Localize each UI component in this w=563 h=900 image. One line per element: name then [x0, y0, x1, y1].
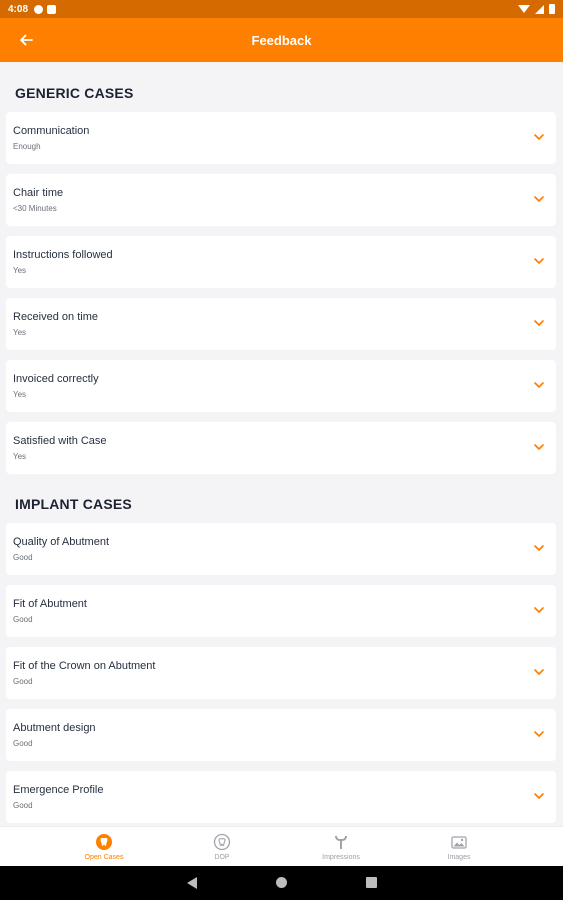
item-label: Chair time [13, 187, 64, 199]
item-value: Good [13, 553, 33, 562]
chevron-down-icon [534, 545, 544, 551]
storage-notification-icon [47, 4, 57, 14]
chevron-down-icon [534, 669, 544, 675]
page-title: Feedback [251, 32, 312, 48]
item-label: Quality of Abutment [13, 536, 109, 548]
wifi-icon [518, 5, 530, 13]
app-bar: Feedback [0, 18, 563, 62]
chevron-down-icon [534, 134, 544, 140]
feedback-item-fit-of-crown-on-abutment[interactable]: Fit of the Crown on Abutment Good [6, 647, 556, 699]
status-bar: 4:08 [0, 0, 563, 18]
feedback-item-satisfied-with-case[interactable]: Satisfied with Case Yes [6, 422, 556, 474]
back-button[interactable] [16, 30, 36, 50]
section-title-implant-cases: IMPLANT CASES [15, 496, 132, 512]
item-value: Yes [13, 452, 27, 461]
nav-label: Impressions [322, 854, 360, 861]
feedback-item-chair-time[interactable]: Chair time <30 Minutes [6, 174, 556, 226]
system-home-icon[interactable] [276, 877, 287, 888]
nav-label: Images [447, 854, 471, 861]
battery-icon [549, 4, 555, 14]
item-label: Fit of Abutment [13, 598, 87, 610]
tooth-icon [96, 834, 112, 850]
item-value: Yes [13, 328, 27, 337]
chevron-down-icon [534, 793, 544, 799]
item-label: Invoiced correctly [13, 373, 99, 385]
item-value: Good [13, 615, 33, 624]
impression-icon [335, 836, 347, 849]
system-back-icon[interactable] [187, 877, 197, 889]
bottom-navigation: Open Cases DOP Impressions Images [0, 826, 563, 866]
item-label: Received on time [13, 311, 98, 323]
item-label: Abutment design [13, 722, 96, 734]
feedback-item-quality-of-abutment[interactable]: Quality of Abutment Good [6, 523, 556, 575]
feedback-item-communication[interactable]: Communication Enough [6, 112, 556, 164]
item-label: Instructions followed [13, 249, 113, 261]
arrow-left-icon [20, 34, 33, 46]
item-label: Fit of the Crown on Abutment [13, 660, 156, 672]
status-time: 4:08 [8, 3, 29, 15]
item-label: Satisfied with Case [13, 435, 107, 447]
system-recents-icon[interactable] [366, 877, 377, 888]
nav-dop[interactable]: DOP [182, 827, 262, 867]
section-title-generic-cases: GENERIC CASES [15, 85, 134, 101]
item-value: <30 Minutes [13, 204, 57, 213]
chevron-down-icon [534, 258, 544, 264]
item-label: Emergence Profile [13, 784, 104, 796]
images-icon [451, 836, 467, 849]
feedback-item-emergence-profile[interactable]: Emergence Profile Good [6, 771, 556, 823]
item-value: Good [13, 677, 33, 686]
feedback-item-instructions-followed[interactable]: Instructions followed Yes [6, 236, 556, 288]
app-notification-icon [34, 4, 44, 14]
item-value: Good [13, 801, 33, 810]
nav-label: Open Cases [84, 854, 124, 861]
signal-icon [535, 4, 544, 14]
item-value: Good [13, 739, 33, 748]
feedback-item-received-on-time[interactable]: Received on time Yes [6, 298, 556, 350]
system-navigation-bar [0, 866, 563, 900]
nav-label: DOP [214, 854, 230, 861]
nav-images[interactable]: Images [419, 827, 499, 867]
feedback-item-invoiced-correctly[interactable]: Invoiced correctly Yes [6, 360, 556, 412]
tooth-circle-icon [213, 833, 231, 851]
chevron-down-icon [534, 320, 544, 326]
chevron-down-icon [534, 444, 544, 450]
feedback-content[interactable]: GENERIC CASES Communication Enough Chair… [0, 62, 563, 826]
nav-impressions[interactable]: Impressions [301, 827, 381, 867]
item-value: Enough [13, 142, 41, 151]
chevron-down-icon [534, 196, 544, 202]
feedback-item-fit-of-abutment[interactable]: Fit of Abutment Good [6, 585, 556, 637]
chevron-down-icon [534, 731, 544, 737]
item-value: Yes [13, 266, 27, 275]
nav-open-cases[interactable]: Open Cases [64, 827, 144, 867]
chevron-down-icon [534, 607, 544, 613]
item-label: Communication [13, 125, 90, 137]
feedback-item-abutment-design[interactable]: Abutment design Good [6, 709, 556, 761]
item-value: Yes [13, 390, 27, 399]
chevron-down-icon [534, 382, 544, 388]
